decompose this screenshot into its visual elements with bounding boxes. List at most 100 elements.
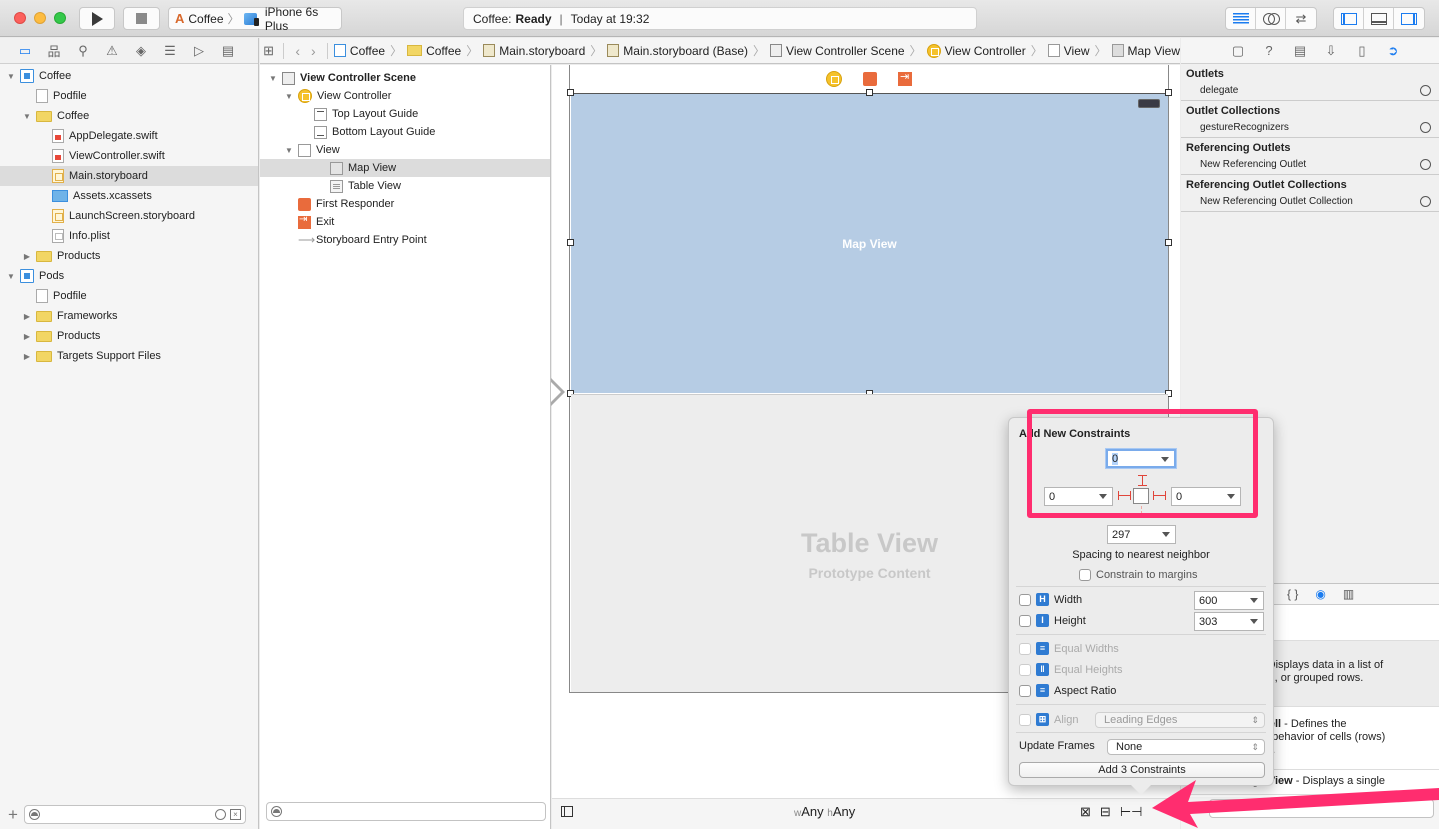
outline-item[interactable]: ⟶ Storyboard Entry Point [260,231,550,249]
connection-well-icon[interactable] [1420,121,1431,133]
scheme-selector[interactable]: A Coffee 〉 iPhone 6s Plus [168,5,342,33]
connection-well-icon[interactable] [1420,195,1431,207]
disclosure-open-icon[interactable]: ▼ [268,74,278,83]
height-value-field[interactable]: 303 [1194,612,1264,631]
test-navigator-tab[interactable]: ◈ [132,42,150,60]
scheme-name[interactable]: Coffee [188,12,223,26]
toggle-utilities-button[interactable] [1394,8,1424,29]
outline-item[interactable]: Bottom Layout Guide [260,123,550,141]
embed-in-stack-button[interactable]: ⊠ [1080,804,1091,820]
file-tree-item[interactable]: ▶ Products [0,326,258,346]
attributes-inspector-tab[interactable]: ⇩ [1322,43,1340,59]
size-class-button[interactable]: wAny hAny [794,804,855,819]
breadcrumb-item[interactable]: Main.storyboard (Base) [607,44,748,58]
report-navigator-tab[interactable]: ▤ [219,42,237,60]
quick-help-tab[interactable]: ? [1260,43,1278,58]
object-library-tab[interactable]: ◉ [1315,587,1325,601]
outline-item[interactable]: ▼ View Controller Scene [260,69,550,87]
disclosure-open-icon[interactable]: ▼ [284,146,294,155]
constrain-to-margins-checkbox[interactable] [1079,569,1091,581]
file-tree-item[interactable]: ▶ Products [0,246,258,266]
breadcrumb-item[interactable]: Coffee [407,44,461,58]
resize-handle[interactable] [1165,89,1172,96]
toggle-outline-button[interactable] [561,806,573,817]
size-inspector-tab[interactable]: ▯ [1353,43,1371,59]
map-view[interactable]: Map View [571,93,1168,393]
back-button[interactable]: ‹ [290,43,306,59]
outline-item[interactable]: Top Layout Guide [260,105,550,123]
dropdown-arrow-icon[interactable] [1250,598,1258,603]
run-button[interactable] [79,7,115,30]
file-tree-item[interactable]: ▼ Coffee [0,106,258,126]
view-controller-icon[interactable] [826,70,842,87]
outline-item[interactable]: Map View [260,159,550,177]
media-library-tab[interactable]: ▥ [1343,587,1354,601]
bottom-spacing-field[interactable]: 297 [1107,525,1176,544]
file-tree-item[interactable]: AppDelegate.swift [0,126,258,146]
minimize-window-button[interactable] [34,12,46,24]
dropdown-arrow-icon[interactable] [1250,619,1258,624]
width-checkbox[interactable] [1019,593,1031,606]
dropdown-arrow-icon[interactable] [1162,532,1170,537]
disclosure-closed-icon[interactable]: ▶ [22,332,32,341]
file-tree-item[interactable]: Info.plist [0,226,258,246]
breakpoint-navigator-tab[interactable]: ▷ [190,42,208,60]
outline-item[interactable]: Exit [260,213,550,231]
align-button[interactable]: ⊟ [1100,804,1111,820]
resize-handle[interactable] [567,89,574,96]
aspect-ratio-checkbox[interactable] [1019,684,1031,697]
outline-filter-input[interactable] [266,802,546,821]
disclosure-closed-icon[interactable]: ▶ [22,252,32,261]
file-inspector-tab[interactable]: ▢ [1229,43,1247,59]
height-checkbox[interactable] [1019,614,1031,627]
width-value-field[interactable]: 600 [1194,591,1264,610]
recent-files-icon[interactable] [214,808,226,820]
breadcrumb-item[interactable]: View Controller [926,43,1026,58]
code-snippet-library-tab[interactable]: { } [1287,587,1298,601]
connection-well-icon[interactable] [1420,158,1431,170]
outline-item[interactable]: First Responder [260,195,550,213]
assistant-editor-button[interactable] [1256,8,1286,29]
exit-icon[interactable] [898,70,912,86]
breadcrumb-item[interactable]: Main.storyboard [483,44,585,58]
issue-navigator-tab[interactable]: ⚠ [103,42,121,60]
file-tree-item[interactable]: Podfile [0,286,258,306]
breadcrumb-item[interactable]: Coffee [333,44,385,58]
zoom-window-button[interactable] [54,12,66,24]
update-frames-popup[interactable]: None ⇕ [1107,739,1265,755]
project-navigator-tab[interactable]: ▭ [16,42,34,60]
standard-editor-button[interactable] [1226,8,1256,29]
outline-item[interactable]: ▼ View Controller [260,87,550,105]
breadcrumb-item[interactable]: Map View [1111,44,1180,58]
file-tree-item[interactable]: Main.storyboard [0,166,258,186]
align-checkbox[interactable] [1019,713,1031,726]
file-tree-item[interactable]: LaunchScreen.storyboard [0,206,258,226]
disclosure-open-icon[interactable]: ▼ [6,272,16,281]
first-responder-icon[interactable] [863,71,877,86]
pin-button[interactable]: ⊢⊣ [1120,804,1143,820]
disclosure-closed-icon[interactable]: ▶ [22,352,32,361]
related-items-button[interactable]: ⊞ [260,43,277,59]
toggle-debug-area-button[interactable] [1364,8,1394,29]
stop-button[interactable] [123,7,160,30]
file-tree-item[interactable]: ▼ Coffee [0,66,258,86]
forward-button[interactable]: › [306,43,322,59]
resize-handle[interactable] [866,89,873,96]
file-tree-item[interactable]: ViewController.swift [0,146,258,166]
disclosure-open-icon[interactable]: ▼ [6,72,16,81]
find-navigator-tab[interactable]: ⚲ [74,42,92,60]
toggle-navigator-button[interactable] [1334,8,1364,29]
file-tree-item[interactable]: Podfile [0,86,258,106]
equal-widths-checkbox[interactable] [1019,642,1031,655]
scm-filter-icon[interactable]: × [229,808,241,820]
file-tree-item[interactable]: ▶ Targets Support Files [0,346,258,366]
add-file-button[interactable]: + [8,806,18,823]
file-tree-item[interactable]: ▼ Pods [0,266,258,286]
outline-item[interactable]: Table View [260,177,550,195]
identity-inspector-tab[interactable]: ▤ [1291,43,1309,59]
symbol-navigator-tab[interactable]: 品 [45,42,63,60]
navigator-filter-input[interactable]: × [23,804,246,824]
align-popup[interactable]: Leading Edges ⇕ [1095,712,1265,728]
outline-item[interactable]: ▼ View [260,141,550,159]
file-tree-item[interactable]: Assets.xcassets [0,186,258,206]
